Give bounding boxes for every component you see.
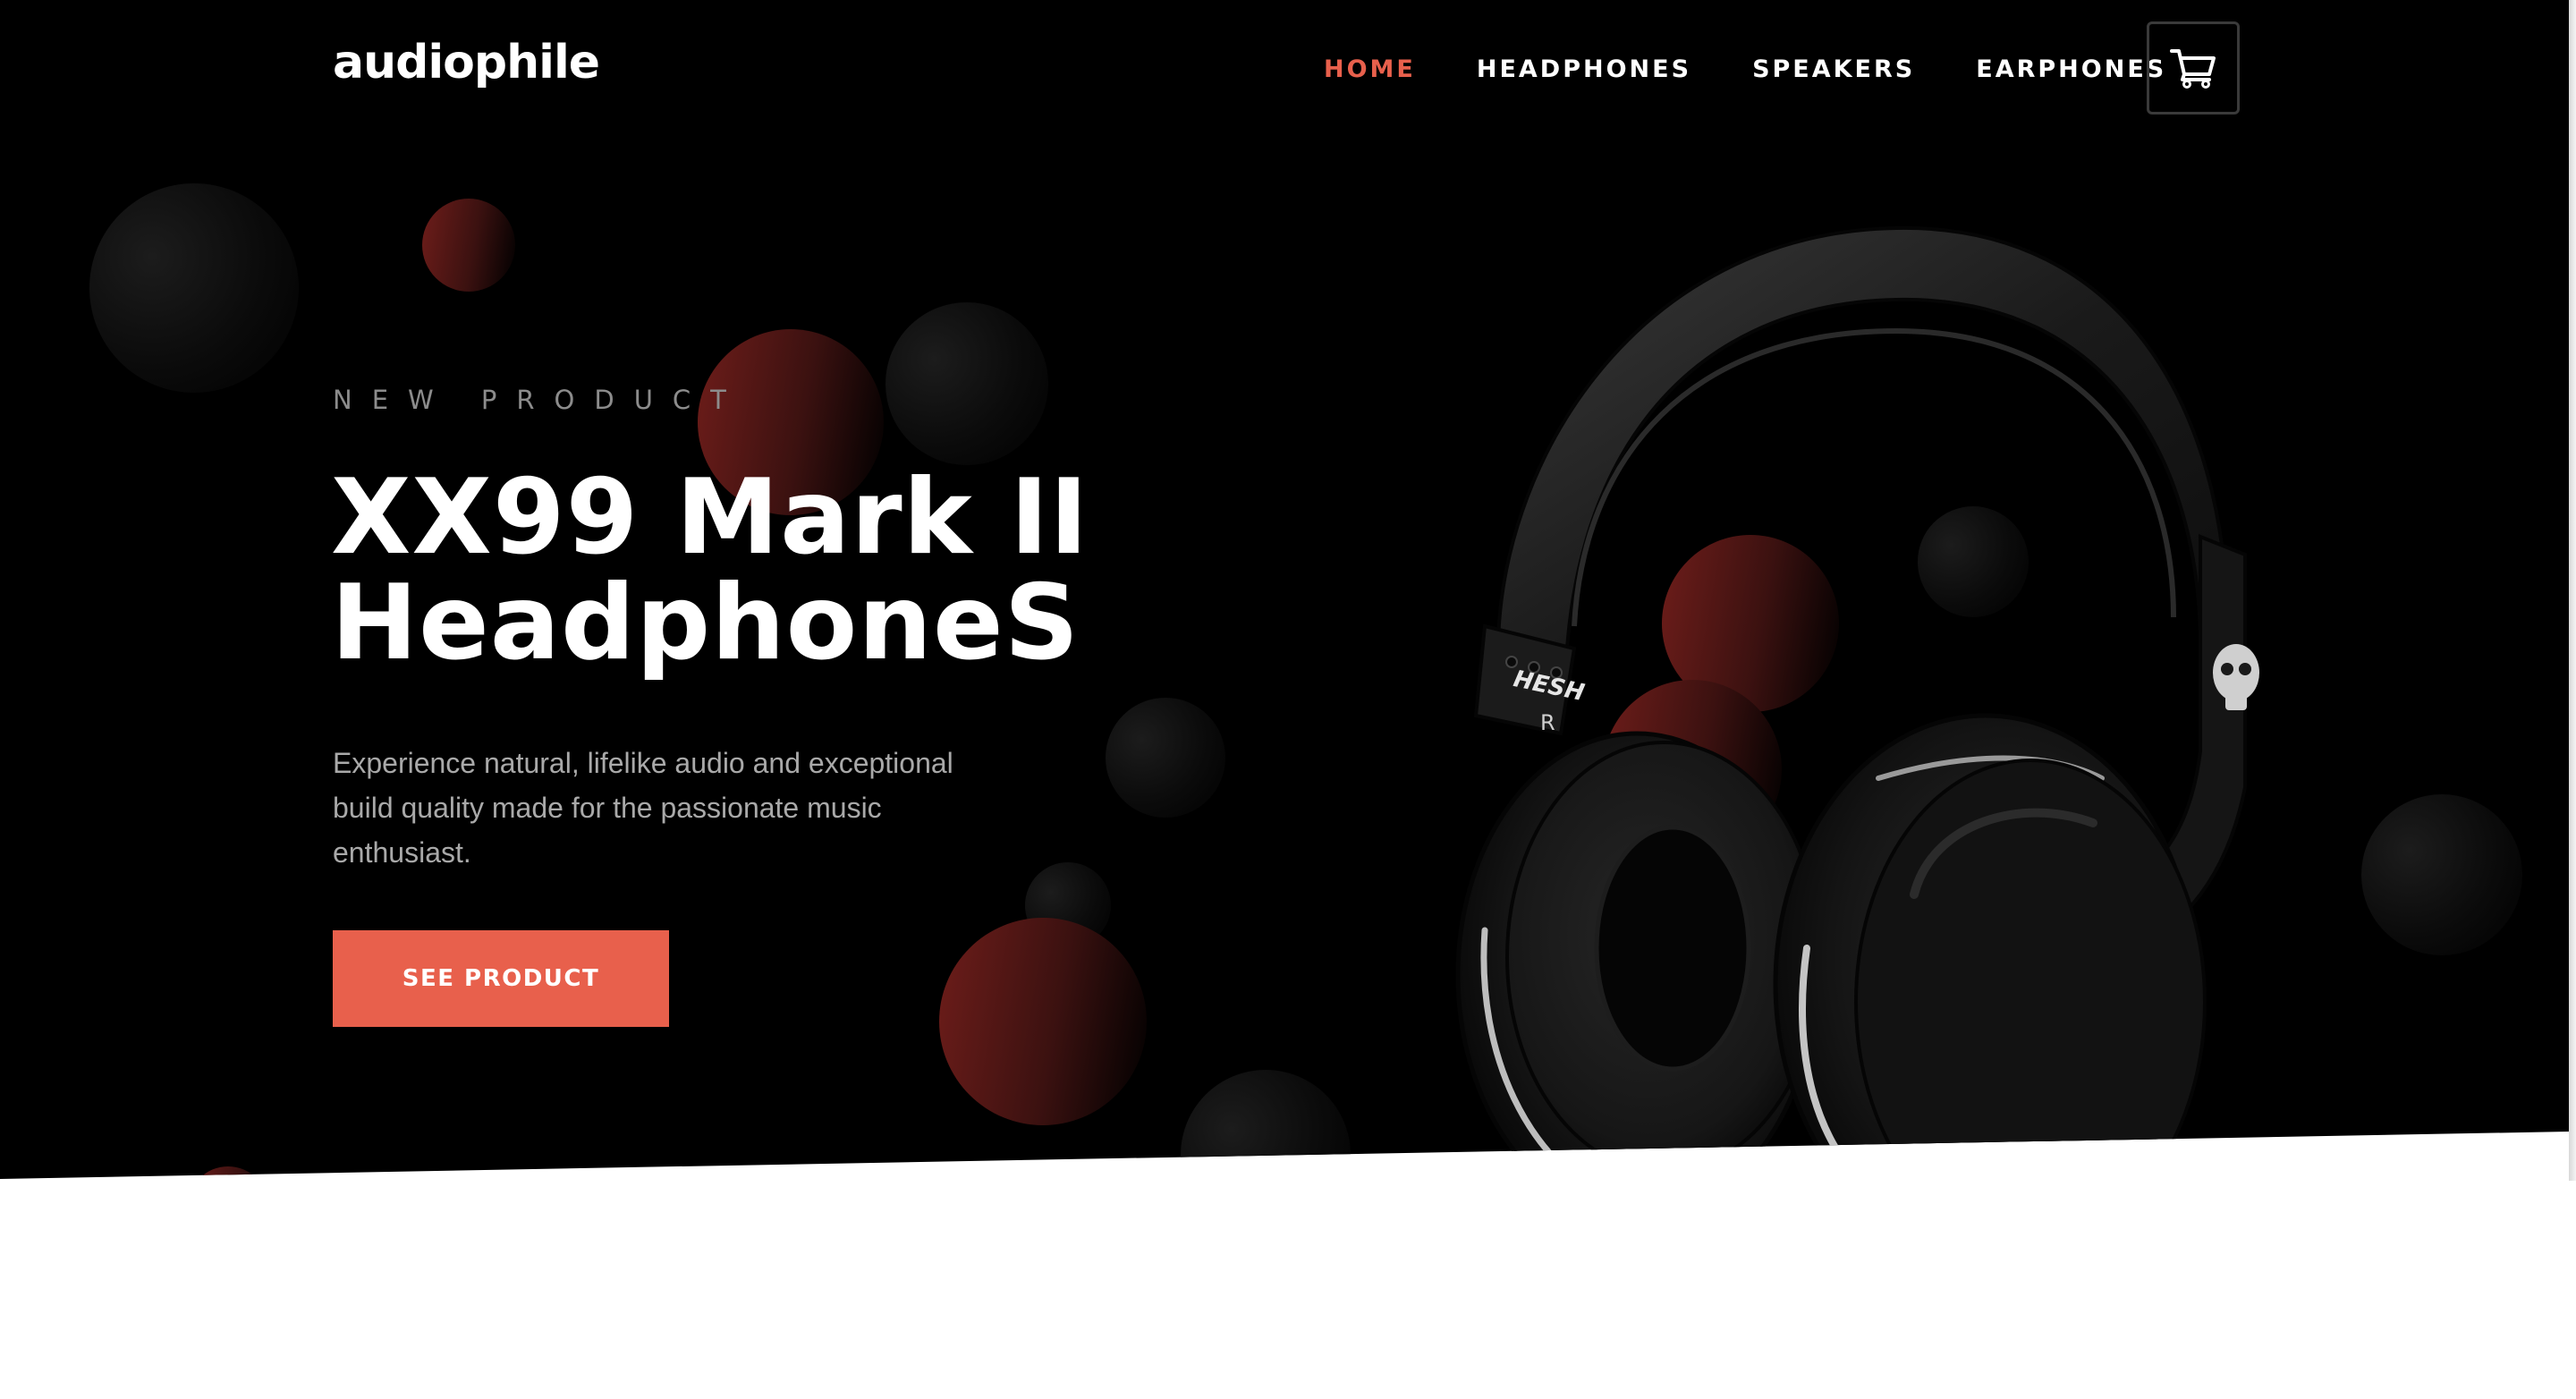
nav-links: HOME HEADPHONES SPEAKERS EARPHONES	[1324, 55, 2166, 83]
bokeh-orb	[422, 199, 515, 292]
hero-eyebrow: NEW PRODUCT	[333, 385, 746, 415]
nav-link-speakers[interactable]: SPEAKERS	[1752, 55, 1915, 83]
cart-button[interactable]	[2147, 21, 2240, 114]
page: HESH R audiophile HOME HEADPHONES SPEAKE…	[0, 0, 2576, 1399]
nav-link-headphones[interactable]: HEADPHONES	[1477, 55, 1691, 83]
bokeh-orb	[2361, 794, 2522, 955]
brand-logo[interactable]: audiophile	[333, 36, 600, 89]
bokeh-orb	[188, 1166, 268, 1179]
cart-icon	[2170, 49, 2216, 89]
top-nav: audiophile HOME HEADPHONES SPEAKERS EARP…	[0, 0, 2569, 134]
headphones-image: HESH R	[1455, 225, 2259, 1179]
bokeh-orb	[89, 183, 299, 393]
bokeh-orb	[1106, 698, 1225, 818]
scrollbar-edge[interactable]	[2569, 0, 2576, 1181]
hero-title: XX99 Mark II HeadphoneS	[331, 465, 1136, 676]
nav-link-earphones[interactable]: EARPHONES	[1976, 55, 2166, 83]
bokeh-orb	[939, 918, 1147, 1125]
hero-description: Experience natural, lifelike audio and e…	[333, 747, 953, 869]
product-side-text: R	[1540, 710, 1555, 735]
nav-link-home[interactable]: HOME	[1324, 55, 1416, 83]
hero-title-line-1: XX99 Mark II	[331, 457, 1089, 578]
see-product-button[interactable]: SEE PRODUCT	[333, 930, 669, 1027]
bokeh-orb	[1181, 1070, 1351, 1179]
hero-title-line-2: HeadphoneS	[331, 563, 1080, 683]
bokeh-orb	[886, 302, 1048, 465]
